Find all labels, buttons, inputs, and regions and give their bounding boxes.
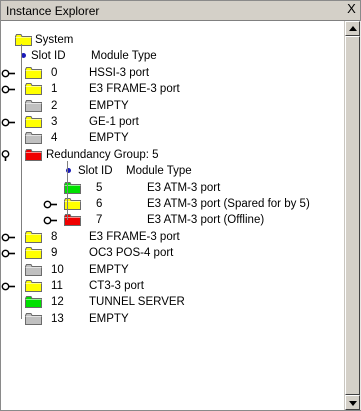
folder-green-icon	[25, 296, 42, 308]
tree-column-header: Slot ID Module Type	[1, 163, 341, 179]
slot-id: 1	[51, 83, 58, 95]
expand-icon[interactable]	[1, 69, 21, 78]
module-type: GE-1 port	[89, 116, 139, 128]
redundancy-group-label: Redundancy Group: 5	[46, 149, 159, 161]
tree-slot-row[interactable]: 11 CT3-3 port	[1, 278, 341, 294]
expand-icon[interactable]	[43, 216, 63, 225]
module-type: EMPTY	[89, 313, 129, 325]
module-type: E3 ATM-3 port (Offline)	[147, 214, 265, 226]
close-button[interactable]: X	[345, 2, 358, 16]
module-tree: System Slot ID Module Type 0 HSSI-3 port 1 E3 …	[1, 21, 344, 410]
tree-slot-row[interactable]: 3 GE-1 port	[1, 114, 341, 130]
tree-slot-row[interactable]: 5 E3 ATM-3 port	[1, 180, 341, 196]
slot-id: 7	[96, 214, 103, 226]
title-bar: Instance Explorer X	[1, 1, 360, 21]
module-type: EMPTY	[89, 132, 129, 144]
slot-id: 2	[51, 100, 58, 112]
header-type-label: Module Type	[126, 165, 192, 177]
tree-slot-row[interactable]: 8 E3 FRAME-3 port	[1, 229, 341, 245]
vertical-scrollbar[interactable]	[344, 21, 361, 410]
header-slot-label: Slot ID	[78, 165, 113, 177]
expand-icon[interactable]	[1, 233, 21, 242]
redundancy-group-node[interactable]: Redundancy Group: 5	[1, 147, 341, 163]
folder-yellow-icon	[25, 280, 42, 292]
slot-id: 9	[51, 247, 58, 259]
slot-id: 3	[51, 116, 58, 128]
module-type: E3 FRAME-3 port	[89, 83, 180, 95]
module-type: EMPTY	[89, 100, 129, 112]
tree-slot-row[interactable]: 0 HSSI-3 port	[1, 65, 341, 81]
slot-id: 4	[51, 132, 58, 144]
down-arrow-icon	[349, 401, 357, 406]
folder-yellow-icon	[25, 231, 42, 243]
slot-id: 10	[51, 264, 64, 276]
scroll-thumb[interactable]	[345, 36, 360, 395]
tree-connector-line	[67, 161, 68, 221]
expand-icon[interactable]	[1, 118, 21, 127]
window-title: Instance Explorer	[6, 4, 100, 18]
tree-root-system[interactable]: System	[1, 32, 341, 48]
folder-gray-icon	[25, 264, 42, 276]
tree-slot-row[interactable]: 12 TUNNEL SERVER	[1, 294, 341, 310]
folder-yellow-icon	[25, 67, 42, 79]
slot-id: 6	[96, 198, 103, 210]
folder-yellow-icon	[25, 247, 42, 259]
instance-explorer-window: Instance Explorer X System Slot ID Module …	[0, 0, 361, 411]
tree-slot-row[interactable]: 6 E3 ATM-3 port (Spared for by 5)	[1, 196, 341, 212]
header-slot-label: Slot ID	[31, 50, 66, 62]
slot-id: 11	[51, 280, 63, 292]
folder-gray-icon	[25, 100, 42, 112]
collapse-icon[interactable]	[1, 150, 21, 161]
tree-column-header: Slot ID Module Type	[1, 48, 341, 64]
slot-id: 13	[51, 313, 64, 325]
expand-icon[interactable]	[43, 200, 63, 209]
expand-icon[interactable]	[1, 282, 21, 291]
module-type: CT3-3 port	[89, 280, 144, 292]
module-type: HSSI-3 port	[89, 67, 150, 79]
module-type: E3 FRAME-3 port	[89, 231, 180, 243]
folder-open-icon	[15, 34, 32, 46]
expand-icon[interactable]	[1, 249, 21, 258]
up-arrow-icon	[349, 26, 357, 31]
folder-gray-icon	[25, 313, 42, 325]
module-type: TUNNEL SERVER	[89, 296, 185, 308]
tree-slot-row[interactable]: 4 EMPTY	[1, 130, 341, 146]
slot-id: 8	[51, 231, 58, 243]
folder-yellow-icon	[25, 116, 42, 128]
tree-slot-row[interactable]: 10 EMPTY	[1, 262, 341, 278]
module-type: OC3 POS-4 port	[89, 247, 174, 259]
header-type-label: Module Type	[91, 50, 157, 62]
tree-connector-line	[21, 44, 22, 319]
scroll-down-button[interactable]	[345, 395, 360, 410]
module-type: E3 ATM-3 port	[147, 182, 221, 194]
module-type: E3 ATM-3 port (Spared for by 5)	[147, 198, 310, 210]
slot-id: 12	[51, 296, 64, 308]
scroll-up-button[interactable]	[345, 21, 360, 36]
folder-yellow-icon	[25, 83, 42, 95]
tree-slot-row[interactable]: 2 EMPTY	[1, 98, 341, 114]
module-type: EMPTY	[89, 264, 129, 276]
tree-node-label: System	[35, 34, 74, 46]
folder-gray-icon	[25, 132, 42, 144]
folder-red-icon	[25, 149, 42, 161]
tree-slot-row[interactable]: 13 EMPTY	[1, 311, 341, 327]
tree-slot-row[interactable]: 1 E3 FRAME-3 port	[1, 81, 341, 97]
tree-slot-row[interactable]: 9 OC3 POS-4 port	[1, 245, 341, 261]
expand-icon[interactable]	[1, 85, 21, 94]
slot-id: 5	[96, 182, 103, 194]
slot-id: 0	[51, 67, 58, 79]
tree-slot-row[interactable]: 7 E3 ATM-3 port (Offline)	[1, 212, 341, 228]
